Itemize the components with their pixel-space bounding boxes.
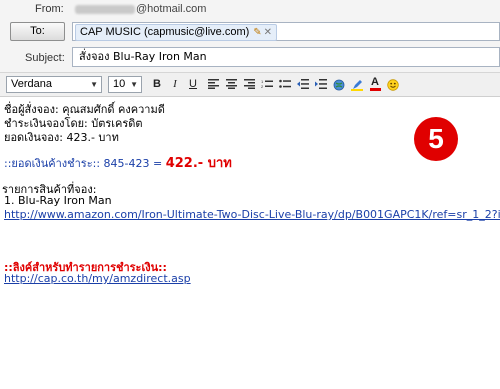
align-left-icon (207, 79, 219, 89)
deposit-amount-line: ยอดเงินจอง: 423.- บาท (4, 131, 119, 144)
highlight-button[interactable] (350, 77, 364, 92)
payment-url-link[interactable]: http://cap.co.th/my/amzdirect.asp (4, 272, 191, 285)
numbered-list-icon: 12 (261, 79, 273, 89)
text-color-button[interactable]: A (368, 77, 382, 92)
chevron-down-icon: ▼ (90, 80, 98, 89)
text-color-swatch (369, 88, 381, 91)
emoji-button[interactable] (386, 77, 400, 92)
insert-link-button[interactable] (332, 77, 346, 92)
bullet-list-button[interactable] (278, 77, 292, 92)
align-right-button[interactable] (242, 77, 256, 92)
subject-label: Subject: (25, 52, 65, 64)
to-field[interactable]: CAP MUSIC (capmusic@live.com) ✎ ✕ (72, 22, 500, 41)
globe-link-icon (333, 79, 345, 91)
pencil-icon[interactable]: ✎ (253, 27, 261, 38)
indent-icon (315, 79, 327, 89)
subject-input[interactable]: สั่งจอง Blu-Ray Iron Man (72, 47, 500, 67)
smiley-icon (387, 79, 399, 91)
chevron-down-icon: ▼ (130, 80, 138, 89)
numbered-list-button[interactable]: 12 (260, 77, 274, 92)
to-button[interactable]: To: (10, 22, 65, 41)
outstanding-label: ::ยอดเงินค้างชำระ:: 845-423 = (4, 157, 166, 170)
outstanding-amount: 422.- บาท (165, 156, 232, 171)
font-family-value: Verdana (11, 78, 52, 90)
item-url-link[interactable]: http://www.amazon.com/Iron-Ultimate-Two-… (4, 208, 500, 221)
redacted-name (75, 4, 135, 14)
message-header: From: @hotmail.com To: CAP MUSIC (capmus… (0, 0, 500, 72)
remove-recipient-icon[interactable]: ✕ (264, 27, 272, 38)
highlighter-icon (351, 80, 363, 91)
bullet-list-icon (279, 79, 291, 88)
item-line: 1. Blu-Ray Iron Man (4, 194, 112, 207)
recipient-text: CAP MUSIC (capmusic@live.com) (80, 26, 250, 38)
align-center-icon (225, 79, 237, 89)
outdent-icon (297, 79, 309, 89)
svg-text:2: 2 (261, 84, 264, 89)
recipient-chip[interactable]: CAP MUSIC (capmusic@live.com) ✎ ✕ (75, 24, 278, 41)
step-number-badge: 5 (414, 117, 458, 161)
underline-button[interactable]: U (186, 77, 200, 92)
font-size-value: 10 (113, 78, 126, 90)
bold-button[interactable]: B (150, 77, 164, 92)
increase-indent-button[interactable] (314, 77, 328, 92)
font-size-select[interactable]: 10 ▼ (108, 76, 142, 93)
align-left-button[interactable] (206, 77, 220, 92)
align-right-icon (243, 79, 255, 89)
align-center-button[interactable] (224, 77, 238, 92)
from-label: From: (35, 3, 64, 15)
formatting-toolbar: Verdana ▼ 10 ▼ B I U 12 A (0, 72, 500, 97)
italic-button[interactable]: I (168, 77, 182, 92)
subject-text: สั่งจอง Blu-Ray Iron Man (79, 50, 207, 63)
text-color-icon: A (371, 76, 379, 88)
outstanding-balance-line: ::ยอดเงินค้างชำระ:: 845-423 = 422.- บาท (4, 152, 232, 173)
decrease-indent-button[interactable] (296, 77, 310, 92)
font-family-select[interactable]: Verdana ▼ (6, 76, 102, 93)
from-address: @hotmail.com (75, 3, 206, 15)
from-domain: @hotmail.com (136, 3, 207, 15)
